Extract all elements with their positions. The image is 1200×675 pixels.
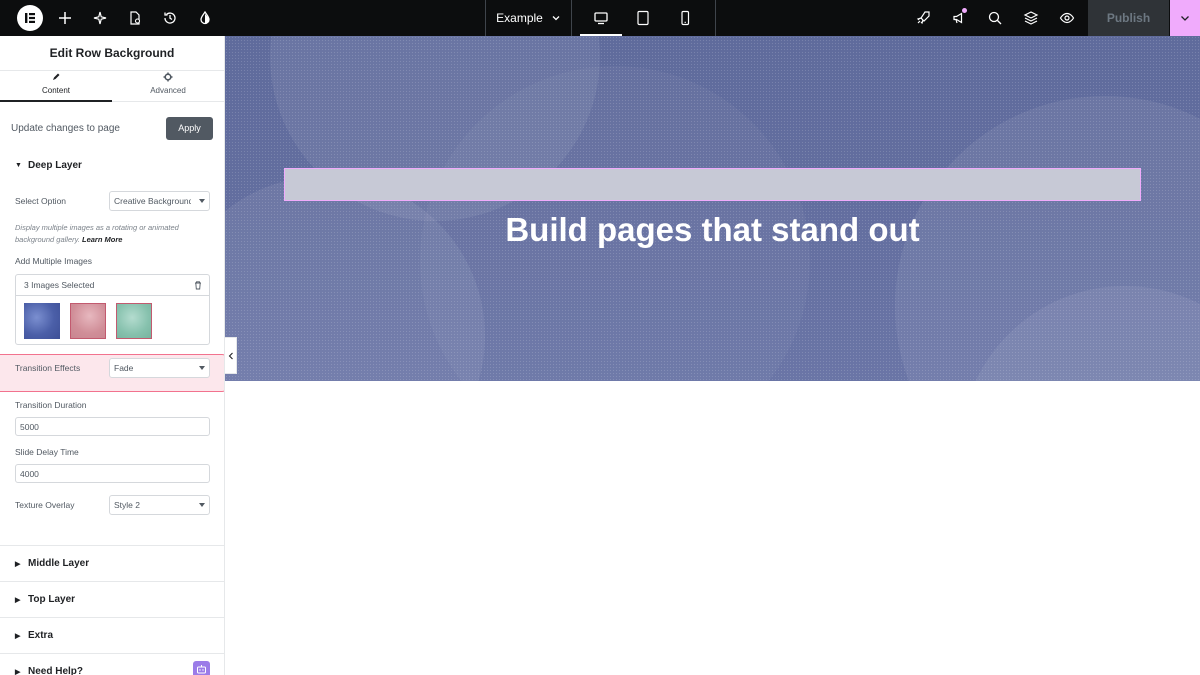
layers-icon[interactable] <box>1013 0 1049 36</box>
texture-overlay-dropdown[interactable]: Style 2 <box>109 495 210 515</box>
add-images-label: Add Multiple Images <box>15 256 93 266</box>
transition-duration-label: Transition Duration <box>15 400 87 410</box>
tab-advanced[interactable]: Advanced <box>112 71 224 101</box>
hero-section[interactable]: Build pages that stand out <box>225 36 1200 381</box>
top-bar: Example Publish <box>0 0 1200 36</box>
select-option-dropdown[interactable]: Creative Background <box>109 191 210 211</box>
caret-down-icon: ▼ <box>15 162 22 169</box>
image-gallery-control: 3 Images Selected <box>15 274 210 345</box>
learn-more-link[interactable]: Learn More <box>82 235 122 244</box>
preview-eye-icon[interactable] <box>1049 0 1085 36</box>
support-bot-icon[interactable] <box>193 661 210 675</box>
select-option-value: Creative Background <box>114 196 194 206</box>
tab-content-label: Content <box>41 86 71 95</box>
caret-right-icon: ▶ <box>15 596 21 604</box>
transition-effects-label: Transition Effects <box>15 363 81 373</box>
trash-icon[interactable] <box>193 280 203 290</box>
chevron-down-icon <box>552 16 560 21</box>
publish-options-chevron-icon[interactable] <box>1170 0 1200 36</box>
texture-overlay-label: Texture Overlay <box>15 500 75 510</box>
notification-dot <box>962 8 967 13</box>
section-top-layer-title: Top Layer <box>28 594 76 605</box>
panel-title: Edit Row Background <box>0 36 224 71</box>
tab-content[interactable]: Content <box>0 71 112 102</box>
caret-right-icon: ▶ <box>15 560 21 568</box>
page-name: Example <box>496 11 543 25</box>
caret-right-icon: ▶ <box>15 668 21 675</box>
notifications-megaphone-icon[interactable] <box>941 0 977 36</box>
panel-tabs: Content Advanced <box>0 71 224 102</box>
texture-overlay-value: Style 2 <box>114 500 140 510</box>
gear-icon <box>163 72 173 82</box>
gallery-thumbnail-teal[interactable] <box>116 303 152 339</box>
transition-effects-dropdown[interactable]: Fade <box>109 358 210 378</box>
slide-delay-label: Slide Delay Time <box>15 447 79 457</box>
section-extra[interactable]: ▶ Extra <box>0 630 53 641</box>
hero-heading[interactable]: Build pages that stand out <box>225 211 1200 249</box>
section-middle-layer-title: Middle Layer <box>28 558 90 569</box>
add-element-icon[interactable] <box>47 0 82 36</box>
desktop-view-icon[interactable] <box>580 0 622 36</box>
tab-advanced-label: Advanced <box>150 86 186 95</box>
pencil-icon <box>53 73 60 80</box>
section-need-help[interactable]: ▶ Need Help? <box>0 666 83 675</box>
device-switcher <box>580 0 706 36</box>
section-middle-layer[interactable]: ▶ Middle Layer <box>0 558 89 569</box>
select-option-label: Select Option <box>15 196 67 206</box>
section-deep-layer[interactable]: ▼ Deep Layer <box>0 160 82 171</box>
ai-sparkle-icon[interactable] <box>82 0 117 36</box>
mobile-view-icon[interactable] <box>664 0 706 36</box>
dropdown-arrow-icon <box>199 503 205 507</box>
caret-right-icon: ▶ <box>15 632 21 640</box>
slide-delay-input[interactable]: 4000 <box>15 464 210 483</box>
publish-button[interactable]: Publish <box>1088 0 1169 36</box>
gallery-thumbnail-pink[interactable] <box>70 303 106 339</box>
dropdown-arrow-icon <box>199 366 205 370</box>
section-deep-layer-title: Deep Layer <box>28 160 82 171</box>
section-need-help-title: Need Help? <box>28 666 84 675</box>
images-selected-count: 3 Images Selected <box>24 280 95 290</box>
widget-settings-panel: Edit Row Background Content Advanced Upd… <box>0 36 225 675</box>
history-icon[interactable] <box>152 0 187 36</box>
gallery-thumbnail-blue[interactable] <box>24 303 60 339</box>
collapse-panel-chevron-icon[interactable] <box>225 337 237 374</box>
search-icon[interactable] <box>977 0 1013 36</box>
site-styles-icon[interactable] <box>187 0 222 36</box>
page-selector[interactable]: Example <box>486 0 571 36</box>
selected-empty-widget[interactable] <box>284 168 1141 201</box>
tablet-view-icon[interactable] <box>622 0 664 36</box>
page-settings-icon[interactable] <box>117 0 152 36</box>
section-extra-title: Extra <box>28 630 54 641</box>
help-text: Display multiple images as a rotating or… <box>15 222 210 246</box>
transition-duration-input[interactable]: 5000 <box>15 417 210 436</box>
elementor-logo-icon[interactable] <box>17 5 43 31</box>
apply-button[interactable]: Apply <box>166 116 213 140</box>
rocket-icon[interactable] <box>905 0 941 36</box>
section-top-layer[interactable]: ▶ Top Layer <box>0 594 75 605</box>
dropdown-arrow-icon <box>199 199 205 203</box>
apply-changes-label: Update changes to page <box>11 122 120 134</box>
transition-effects-value: Fade <box>114 363 134 373</box>
